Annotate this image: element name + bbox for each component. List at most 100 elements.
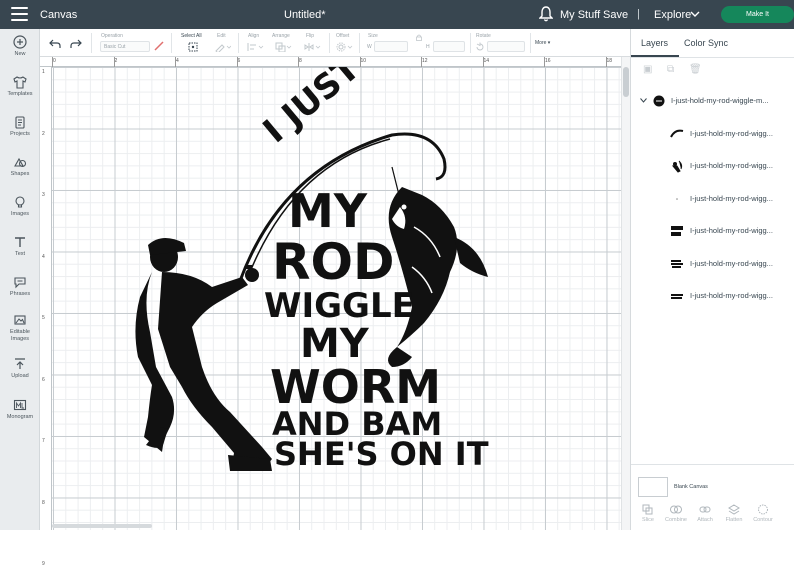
sidebar-item-label: Monogram: [6, 414, 34, 420]
flatten-button[interactable]: Flatten: [720, 504, 748, 523]
explore-menu[interactable]: Explore: [654, 9, 691, 21]
combine-label: Combine: [664, 517, 687, 523]
ruler-tick: [236, 57, 238, 67]
sidebar-item-projects[interactable]: Projects: [0, 115, 40, 138]
horizontal-scrollbar[interactable]: [52, 524, 152, 528]
slogan-line-8: SHE'S ON IT: [274, 435, 489, 473]
pen-color-icon[interactable]: [154, 41, 164, 51]
arrange-icon[interactable]: [275, 42, 293, 52]
my-stuff-link[interactable]: My Stuff: [560, 9, 600, 21]
topbar-separator: |: [637, 8, 640, 20]
vertical-scrollbar[interactable]: [621, 57, 630, 530]
speech-icon: [14, 277, 26, 289]
size-height-input[interactable]: H: [415, 41, 465, 52]
sidebar-item-text[interactable]: Text: [0, 235, 40, 258]
align-icon[interactable]: [247, 42, 265, 52]
slogan-line-3: ROD: [272, 233, 395, 291]
layer-name: I-just-hold-my-rod-wigg...: [690, 194, 773, 203]
slice-button[interactable]: Slice: [634, 504, 662, 523]
size-width-input[interactable]: W: [367, 41, 409, 52]
layer-actions: ▣ ⧉ 🗑: [641, 62, 791, 78]
offset-icon[interactable]: [336, 42, 354, 52]
sidebar-item-editable-images[interactable]: Editable Images: [0, 313, 40, 343]
lock-icon[interactable]: [416, 34, 422, 41]
attach-button[interactable]: Attach: [691, 504, 719, 523]
chevron-down-icon[interactable]: [640, 98, 647, 103]
ruler-tick: [544, 57, 545, 67]
align-label: Align: [248, 33, 260, 39]
layer-row[interactable]: I-just-hold-my-rod-wigg...: [631, 288, 794, 304]
attach-icon: [699, 506, 711, 513]
ruler-tick: [482, 57, 484, 67]
upload-icon: [15, 358, 25, 369]
more-menu[interactable]: More ▾: [535, 40, 550, 46]
ruler-tick-label: 8: [299, 58, 302, 64]
hamburger-menu-icon[interactable]: [11, 7, 28, 21]
ruler-tick: [52, 57, 53, 67]
plus-icon: [13, 35, 27, 49]
select-all-icon[interactable]: [188, 42, 198, 52]
shapes-icon: [14, 157, 27, 168]
delete-icon[interactable]: 🗑: [689, 64, 702, 76]
size-label: Size: [368, 33, 378, 39]
ruler-tick-label: 5: [42, 315, 45, 321]
combine-button[interactable]: Combine: [662, 504, 690, 523]
slogan-line-2: MY: [288, 184, 368, 238]
rotate-icon: [476, 42, 484, 51]
layer-row[interactable]: I-just-hold-my-rod-wigg...: [631, 158, 794, 174]
layer-row[interactable]: I-just-hold-my-rod-wigg...: [631, 126, 794, 142]
contour-icon: [758, 504, 768, 515]
layer-row[interactable]: I-just-hold-my-rod-wigg...: [631, 223, 794, 239]
contour-button[interactable]: Contour: [749, 504, 777, 523]
rotate-input[interactable]: [487, 41, 527, 52]
tab-color-sync[interactable]: Color Sync: [684, 38, 728, 48]
ruler-tick: [359, 57, 361, 67]
sidebar-item-monogram[interactable]: Monogram: [0, 398, 40, 421]
edit-image-icon: [14, 315, 26, 325]
slice-icon: [642, 504, 653, 515]
edit-icon[interactable]: [215, 42, 231, 52]
chevron-down-icon[interactable]: [690, 9, 700, 19]
ruler-tick-label: 6: [237, 58, 241, 64]
operation-select[interactable]: Basic Cut: [100, 41, 150, 52]
layer-name: I-just-hold-my-rod-wigg...: [690, 226, 773, 235]
layer-thumbnail: [676, 198, 678, 200]
layer-group[interactable]: I-just-hold-my-rod-wiggle-m...: [631, 93, 794, 109]
flip-icon[interactable]: [304, 42, 322, 52]
ruler-tick-label: 10: [360, 58, 367, 64]
sidebar-item-label: Editable Images: [10, 329, 30, 342]
sidebar-item-label: Projects: [10, 131, 30, 137]
monogram-icon: [13, 399, 27, 411]
flatten-label: Flatten: [725, 517, 743, 523]
layer-row[interactable]: I-just-hold-my-rod-wigg...: [631, 191, 794, 207]
sidebar-item-templates[interactable]: Templates: [0, 75, 40, 98]
sidebar-item-shapes[interactable]: Shapes: [0, 155, 40, 178]
group-icon[interactable]: ▣: [643, 64, 655, 76]
ruler-tick-label: 18: [606, 58, 613, 64]
ruler-tick-label: 4: [176, 58, 179, 64]
sidebar-item-new[interactable]: New: [0, 35, 40, 58]
sidebar-item-phrases[interactable]: Phrases: [0, 275, 40, 298]
tab-layers[interactable]: Layers: [641, 38, 668, 48]
bell-icon[interactable]: [539, 6, 553, 22]
fishing-design-artwork[interactable]: I JUST HOLD MY ROD WIGGLE MY WORM AND BA…: [52, 67, 621, 530]
flatten-icon: [728, 504, 740, 515]
document-title[interactable]: Untitled*: [284, 9, 326, 21]
undo-icon[interactable]: [49, 39, 61, 49]
ruler-tick-label: 0: [53, 58, 56, 64]
save-button[interactable]: Save: [603, 9, 628, 21]
top-bar: Canvas Untitled* My Stuff Save | Explore…: [0, 0, 794, 29]
sidebar-item-label: Shapes: [10, 171, 30, 177]
scroll-thumb[interactable]: [623, 67, 629, 97]
redo-icon[interactable]: [70, 39, 82, 49]
sidebar-item-upload[interactable]: Upload: [0, 357, 40, 380]
blank-canvas-swatch[interactable]: [638, 477, 668, 497]
tabs-divider: [631, 57, 794, 58]
duplicate-icon[interactable]: ⧉: [667, 64, 679, 76]
make-it-button[interactable]: Make It: [721, 6, 794, 23]
sidebar-item-images[interactable]: Images: [0, 195, 40, 218]
slice-label: Slice: [642, 517, 654, 523]
layer-row[interactable]: I-just-hold-my-rod-wigg...: [631, 256, 794, 272]
clipboard-icon: [15, 116, 25, 129]
app-title: Canvas: [40, 9, 78, 21]
